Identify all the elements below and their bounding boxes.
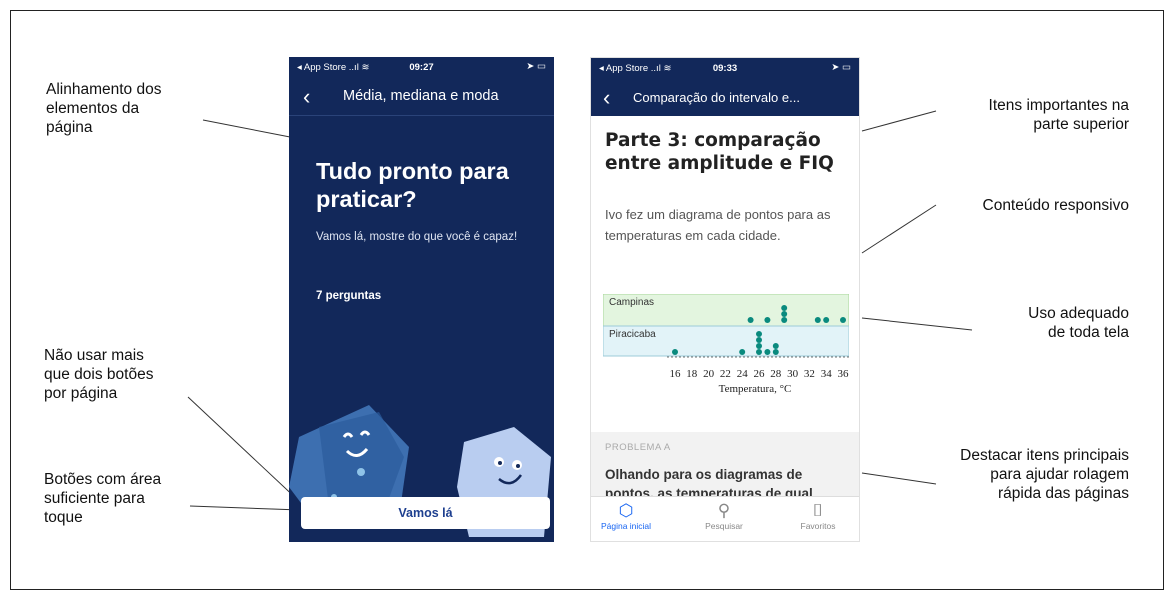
note-full-screen: Uso adequado de toda tela — [1028, 305, 1129, 341]
status-time: 09:27 — [409, 62, 434, 73]
dot-campinas-36 — [840, 317, 846, 323]
series-label-piracicaba: Piracicaba — [609, 329, 656, 340]
x-tick-label-16: 16 — [670, 368, 682, 380]
dot-piracicaba-28 — [772, 343, 779, 349]
dot-piracicaba-28 — [772, 349, 779, 355]
practice-heading: Tudo pronto para praticar? — [316, 158, 509, 212]
nav-title: Comparação do intervalo e... — [633, 90, 800, 105]
line-full-screen — [861, 317, 973, 331]
question-count: 7 perguntas — [316, 290, 382, 302]
status-left: ◂ App Store ..ıl ≋ — [599, 63, 672, 74]
bookmark-icon: ⌷ — [812, 501, 824, 520]
dot-campinas-27 — [764, 317, 771, 323]
dot-piracicaba-26 — [756, 337, 762, 343]
x-tick-label-20: 20 — [703, 368, 715, 380]
lesson-body: Ivo fez um diagrama de pontos para as te… — [605, 207, 831, 243]
dot-campinas-29 — [781, 311, 788, 317]
x-tick-label-32: 32 — [804, 368, 815, 380]
line-highlight — [861, 472, 937, 485]
practice-subtext: Vamos lá, mostre do que você é capaz! — [316, 231, 518, 243]
dot-campinas-29 — [781, 305, 788, 311]
x-tick-label-24: 24 — [737, 368, 749, 380]
dot-campinas-34 — [823, 317, 830, 323]
search-icon: ⚲ — [717, 501, 731, 520]
x-tick-label-34: 34 — [821, 368, 833, 380]
note-two-buttons: Não usar mais que dois botões por página — [44, 347, 154, 402]
x-tick-label-28: 28 — [770, 368, 782, 380]
dot-piracicaba-26 — [756, 349, 762, 355]
note-top-items: Itens importantes na parte superior — [988, 97, 1129, 133]
phone-practice-screen: ◂ App Store ..ıl ≋ 09:27 ➤ ▭ ‹ Média, me… — [289, 57, 554, 542]
nav-bar: ‹ Comparação do intervalo e... — [591, 80, 859, 116]
start-practice-button[interactable]: Vamos lá — [301, 497, 550, 529]
phone-lesson-screen: ◂ App Store ..ıl ≋ 09:33 ➤ ▭ ‹ Comparaçã… — [590, 57, 860, 542]
status-time: 09:33 — [712, 63, 738, 74]
note-alignment: Alinhamento dos elementos da página — [46, 81, 162, 136]
home-hexagon-icon: ⬡ — [618, 501, 634, 520]
status-right: ➤ ▭ — [831, 62, 851, 73]
tab-home-label: Página inicial — [600, 521, 652, 531]
note-touch-area: Botões com área suficiente para toque — [44, 471, 162, 526]
x-tick-label-36: 36 — [838, 368, 850, 380]
tab-bookmarks[interactable]: ⌷ Favoritos — [783, 501, 853, 531]
line-two-buttons — [187, 396, 301, 503]
x-axis-label: Temperatura, °C — [719, 383, 792, 395]
x-tick-label-18: 18 — [686, 368, 698, 380]
back-chevron-icon[interactable]: ‹ — [603, 85, 610, 111]
status-left: ◂ App Store ..ıl ≋ — [297, 62, 370, 73]
tab-bar: ⬡ Página inicial ⚲ Pesquisar ⌷ Favoritos — [591, 496, 859, 541]
series-label-campinas: Campinas — [609, 297, 654, 308]
dot-plot-chart: Campinas Piracicaba 16 18 20 22 24 26 28 30 32 34… — [603, 294, 850, 395]
back-chevron-icon[interactable]: ‹ — [303, 84, 310, 110]
tab-bookmarks-label: Favoritos — [800, 521, 836, 531]
x-tick-label-22: 22 — [720, 368, 731, 380]
dot-piracicaba-24 — [739, 349, 746, 355]
tab-home[interactable]: ⬡ Página inicial — [591, 501, 661, 531]
nav-bar: ‹ Média, mediana e moda — [289, 79, 554, 116]
lesson-heading: Parte 3: comparação entre amplitude e FI… — [605, 130, 834, 174]
line-touch-area — [189, 505, 301, 511]
nav-title: Média, mediana e moda — [343, 88, 499, 104]
annotation-lines — [187, 110, 973, 511]
dot-campinas-25 — [747, 317, 754, 323]
problem-tag: PROBLEMA A — [605, 442, 671, 453]
status-bar: ◂ App Store ..ıl ≋ 09:27 ➤ ▭ — [289, 57, 554, 79]
tab-search-label: Pesquisar — [705, 521, 743, 531]
x-tick-label-30: 30 — [787, 368, 799, 380]
status-right: ➤ ▭ — [526, 61, 546, 72]
dot-campinas-29 — [781, 317, 788, 323]
problem-card[interactable]: PROBLEMA A Olhando para os diagramas de … — [591, 432, 859, 502]
x-tick-label-26: 26 — [754, 368, 766, 380]
dot-piracicaba-27 — [764, 349, 771, 355]
note-highlight: Destacar itens principais para ajudar ro… — [960, 447, 1129, 502]
line-alignment — [202, 119, 291, 138]
line-top-items — [861, 110, 937, 132]
line-responsive — [861, 204, 937, 254]
dot-piracicaba-26 — [756, 343, 762, 349]
tab-search[interactable]: ⚲ Pesquisar — [689, 501, 759, 531]
note-responsive: Conteúdo responsivo — [982, 197, 1130, 214]
status-bar: ◂ App Store ..ıl ≋ 09:33 ➤ ▭ — [591, 58, 859, 80]
dot-piracicaba-26 — [756, 331, 762, 337]
dot-campinas-33 — [814, 317, 821, 323]
dot-piracicaba-16 — [672, 349, 678, 355]
